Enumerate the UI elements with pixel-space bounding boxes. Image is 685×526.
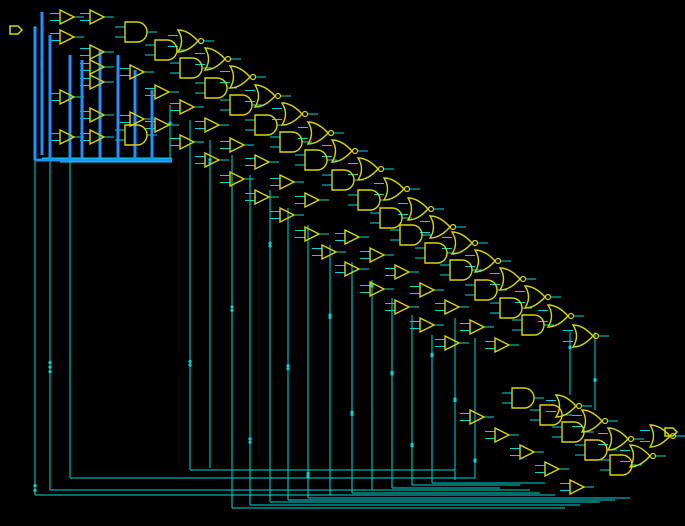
logic-schematic xyxy=(0,0,685,526)
junction-dot xyxy=(48,366,51,369)
junction-dot xyxy=(306,472,309,475)
junction-dot xyxy=(33,484,36,487)
junction-dot xyxy=(568,346,571,349)
junction-dot xyxy=(268,241,271,244)
junction-dot xyxy=(230,309,233,312)
junction-dot xyxy=(188,363,191,366)
junction-dot xyxy=(593,378,596,381)
junction-dot xyxy=(230,305,233,308)
junction-dot xyxy=(33,489,36,492)
junction-dot xyxy=(286,367,289,370)
junction-dot xyxy=(188,360,191,363)
junction-dot xyxy=(390,371,393,374)
junction-dot xyxy=(248,437,251,440)
junction-dot xyxy=(208,158,211,161)
junction-dot xyxy=(48,370,51,373)
junction-dot xyxy=(453,397,456,400)
junction-dot xyxy=(473,458,476,461)
junction-dot xyxy=(306,475,309,478)
junction-dot xyxy=(410,443,413,446)
junction-dot xyxy=(268,245,271,248)
junction-dot xyxy=(430,353,433,356)
junction-dot xyxy=(350,411,353,414)
junction-dot xyxy=(328,313,331,316)
junction-dot xyxy=(48,361,51,364)
junction-dot xyxy=(286,364,289,367)
junction-dot xyxy=(248,441,251,444)
